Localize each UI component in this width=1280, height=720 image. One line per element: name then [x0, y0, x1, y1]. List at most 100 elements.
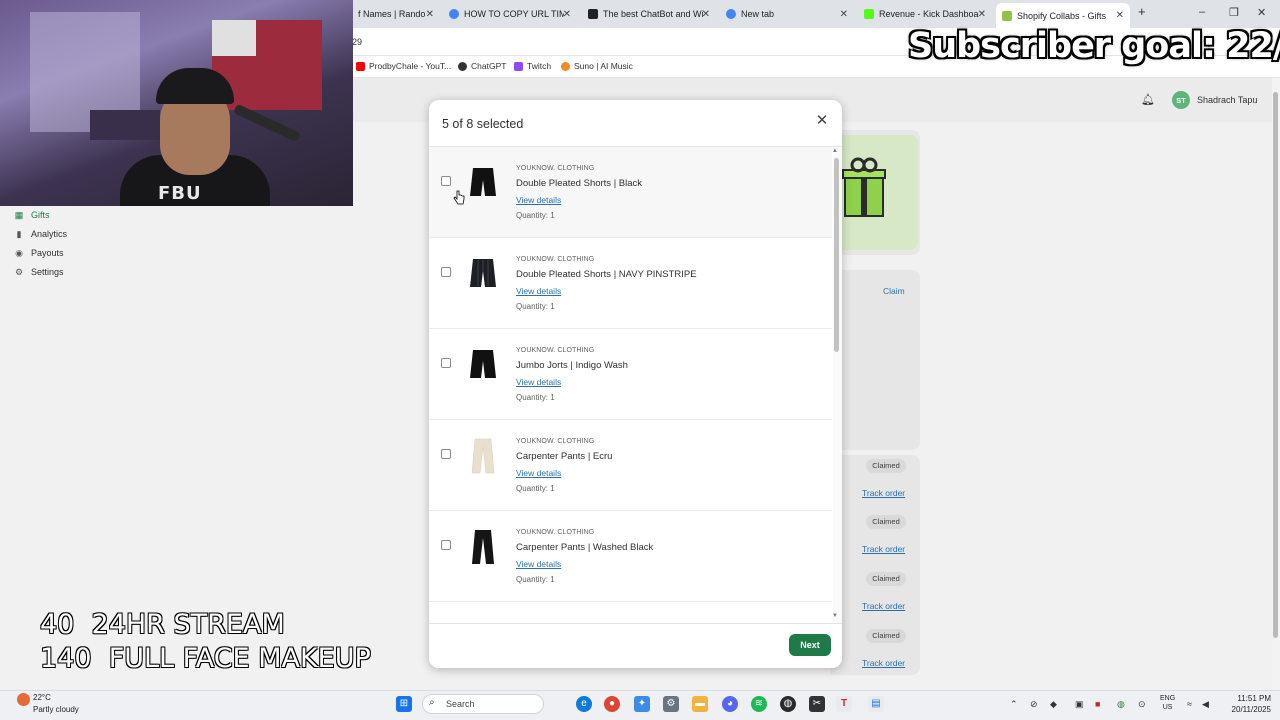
product-quantity: Quantity: 1: [516, 211, 555, 220]
taskbar-search[interactable]: [422, 694, 544, 714]
page-scrollbar-thumb[interactable]: [1273, 92, 1278, 638]
maximize-icon[interactable]: ❐: [1229, 6, 1239, 19]
bookmark-suno[interactable]: Suno | AI Music: [561, 61, 633, 71]
stream-goal-line: 40 24HR STREAM: [40, 609, 285, 640]
weather-icon[interactable]: [17, 693, 30, 706]
spotify-icon[interactable]: ≋: [751, 696, 767, 712]
weather-desc[interactable]: Partly cloudy: [33, 705, 79, 714]
copilot-icon[interactable]: ✦: [634, 696, 650, 712]
text-app-icon[interactable]: T: [836, 696, 852, 712]
product-thumbnail: [463, 254, 503, 294]
product-thumbnail: [463, 163, 503, 203]
product-brand: YOUKNOW. CLOTHING: [516, 347, 595, 354]
product-list: YOUKNOW. CLOTHING Double Pleated Shorts …: [429, 147, 832, 623]
file-explorer-icon[interactable]: ▬: [692, 696, 708, 712]
bookmark-youtube[interactable]: ProdbyChale - YouT...: [356, 61, 451, 71]
language-code: ENG: [1160, 695, 1176, 702]
product-quantity: Quantity: 1: [516, 484, 555, 493]
close-tab-icon[interactable]: ✕: [1116, 10, 1124, 21]
item-checkbox[interactable]: [441, 176, 451, 186]
tray-app-icon[interactable]: ◆: [1050, 699, 1057, 710]
product-select-modal: 5 of 8 selected ✕ YOUKNOW. CLOTHING Doub…: [429, 100, 842, 668]
item-checkbox[interactable]: [441, 449, 451, 459]
new-tab-icon[interactable]: +: [1138, 4, 1146, 19]
tab-title: HOW TO COPY URL TIME: [464, 9, 564, 19]
minimize-icon[interactable]: –: [1199, 6, 1205, 18]
chrome-icon[interactable]: ●: [604, 696, 620, 712]
tray-app-icon[interactable]: ⊙: [1138, 699, 1146, 710]
list-item[interactable]: YOUKNOW. CLOTHING Jumbo Jorts | Indigo W…: [429, 329, 832, 420]
list-item[interactable]: YOUKNOW. CLOTHING Carpenter Pants | Wash…: [429, 511, 832, 602]
next-button[interactable]: Next: [789, 634, 831, 656]
language-indicator[interactable]: ENG US: [1160, 694, 1175, 712]
hand-cursor-icon: [453, 190, 465, 205]
browser-tab[interactable]: The best ChatBot and Wi ✕: [582, 4, 716, 24]
product-name: Jumbo Jorts | Indigo Wash: [516, 360, 628, 371]
scroll-down-icon[interactable]: ▼: [832, 613, 838, 619]
tab-title: Revenue - Kick Dashboard: [879, 9, 979, 19]
youtube-icon: [356, 61, 365, 71]
edge-icon[interactable]: e: [576, 696, 592, 712]
modal-scrollbar-thumb[interactable]: [834, 158, 839, 352]
close-tab-icon[interactable]: ✕: [702, 9, 710, 20]
product-name: Double Pleated Shorts | Black: [516, 178, 643, 189]
modal-footer: [429, 623, 842, 668]
close-tab-icon[interactable]: ✕: [563, 9, 571, 20]
product-brand: YOUKNOW. CLOTHING: [516, 165, 595, 172]
scroll-up-icon[interactable]: ▲: [832, 148, 838, 154]
list-item[interactable]: YOUKNOW. CLOTHING Double Pleated Shorts …: [429, 147, 832, 238]
tray-app-icon[interactable]: ◍: [1117, 699, 1125, 710]
notepad-icon[interactable]: ▤: [868, 696, 884, 712]
product-thumbnail: [463, 527, 503, 567]
view-details-link[interactable]: View details: [516, 377, 561, 387]
chatbot-icon: [588, 9, 598, 19]
volume-icon[interactable]: ◀: [1202, 699, 1209, 710]
browser-tab[interactable]: New tab ✕: [720, 4, 854, 24]
item-checkbox[interactable]: [441, 540, 451, 550]
browser-tab[interactable]: f Names | Rando ✕: [352, 4, 440, 24]
product-thumbnail: [463, 436, 503, 476]
modal-title: 5 of 8 selected: [442, 117, 524, 131]
weather-temp[interactable]: 22°C: [33, 693, 51, 702]
item-checkbox[interactable]: [441, 358, 451, 368]
flag-canton: [212, 20, 256, 56]
tray-app-icon[interactable]: ▣: [1075, 699, 1084, 710]
system-clock[interactable]: 11:51 PM 20/11/2025: [1227, 693, 1271, 715]
product-name: Carpenter Pants | Ecru: [516, 451, 613, 462]
windows-start-icon[interactable]: ⊞: [396, 696, 412, 712]
region-code: US: [1162, 704, 1173, 711]
list-item[interactable]: [429, 602, 832, 623]
list-item[interactable]: YOUKNOW. CLOTHING Double Pleated Shorts …: [429, 238, 832, 329]
view-details-link[interactable]: View details: [516, 195, 561, 205]
list-item[interactable]: YOUKNOW. CLOTHING Carpenter Pants | Ecru…: [429, 420, 832, 511]
suno-icon: [561, 61, 570, 71]
product-brand: YOUKNOW. CLOTHING: [516, 529, 595, 536]
tab-title: The best ChatBot and Wi: [603, 9, 703, 19]
view-details-link[interactable]: View details: [516, 286, 561, 296]
browser-tab[interactable]: Revenue - Kick Dashboard ✕: [858, 4, 992, 24]
item-checkbox[interactable]: [441, 267, 451, 277]
bookmark-twitch[interactable]: Twitch: [514, 61, 551, 71]
browser-tab-active[interactable]: Shopify Collabs - Gifts ✕: [996, 3, 1130, 28]
new-tab-icon: [726, 9, 736, 19]
discord-icon[interactable]: ◕: [722, 696, 738, 712]
browser-tab[interactable]: HOW TO COPY URL TIME ✕: [443, 4, 577, 24]
view-details-link[interactable]: View details: [516, 559, 561, 569]
close-window-icon[interactable]: ✕: [1257, 6, 1266, 19]
obs-icon[interactable]: ◍: [780, 696, 796, 712]
bookmark-label: Suno | AI Music: [574, 61, 633, 71]
tray-app-icon[interactable]: ⊘: [1030, 699, 1038, 710]
tray-expand-icon[interactable]: ⌃: [1010, 699, 1018, 710]
settings-app-icon[interactable]: ⚙: [663, 696, 679, 712]
close-tab-icon[interactable]: ✕: [426, 9, 434, 20]
capcut-icon[interactable]: ✂: [809, 696, 825, 712]
tray-app-icon[interactable]: ■: [1095, 699, 1100, 709]
url-text: 29: [352, 37, 363, 47]
close-tab-icon[interactable]: ✕: [840, 9, 848, 20]
wifi-icon[interactable]: ≈: [1187, 699, 1192, 709]
bookmark-chatgpt[interactable]: ChatGPT: [458, 61, 506, 71]
close-icon[interactable]: ✕: [814, 113, 830, 129]
webcam-feed: FBU: [0, 0, 353, 206]
close-tab-icon[interactable]: ✕: [978, 9, 986, 20]
view-details-link[interactable]: View details: [516, 468, 561, 478]
